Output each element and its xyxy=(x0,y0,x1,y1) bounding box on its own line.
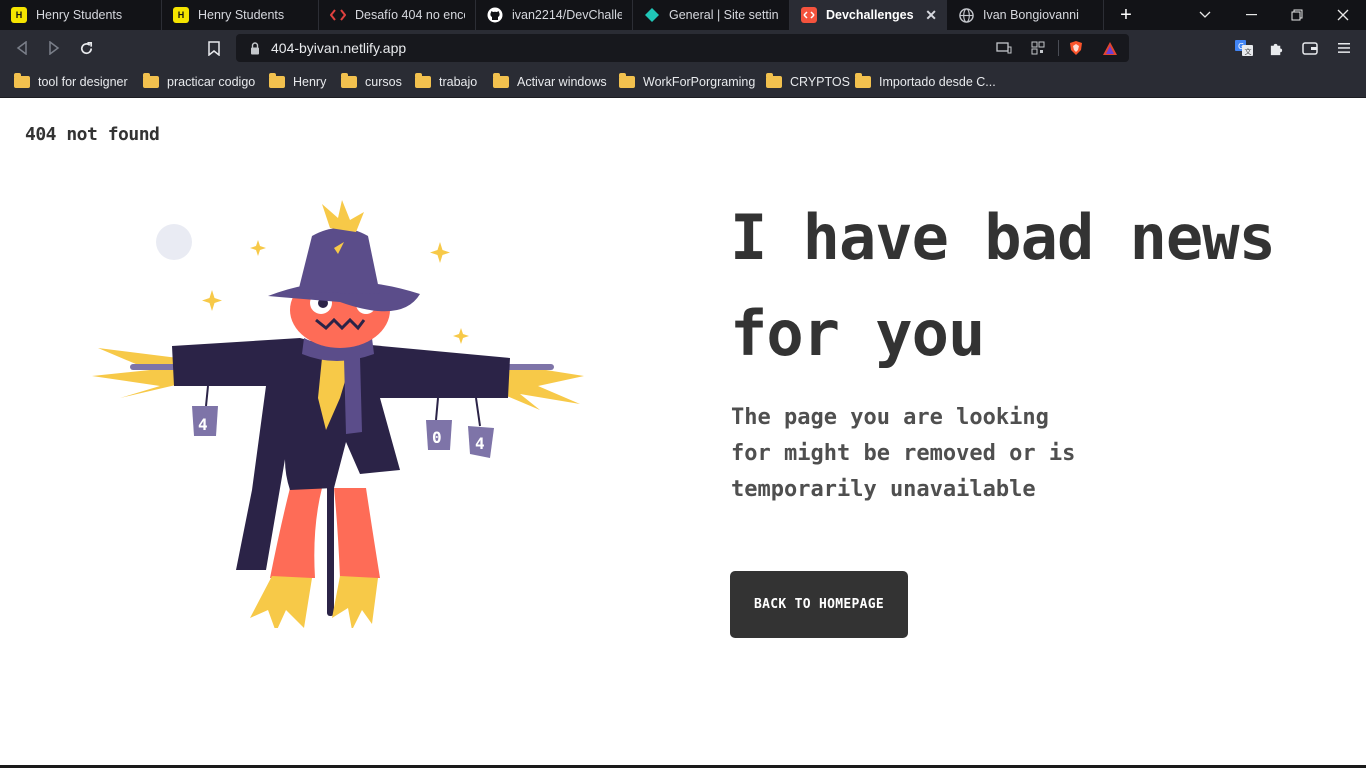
folder-icon xyxy=(415,73,431,88)
sparkle-icon xyxy=(453,328,469,344)
bookmark-folder-workforprograming[interactable]: WorkForPorgraming xyxy=(619,73,755,91)
brave-rewards-icon[interactable] xyxy=(1102,40,1118,56)
page-brand[interactable]: 404 not found xyxy=(25,124,160,145)
bookmark-folder-practicar-codigo[interactable]: practicar codigo xyxy=(143,73,255,91)
back-icon[interactable] xyxy=(10,36,34,60)
right-leg xyxy=(334,488,380,578)
right-foot-straw xyxy=(332,576,378,630)
bookmark-folder-importado[interactable]: Importado desde C... xyxy=(855,73,996,91)
bookmark-folder-henry[interactable]: Henry xyxy=(269,73,326,91)
headline-line: for you xyxy=(730,297,985,370)
folder-icon xyxy=(143,73,159,88)
scarf-tail xyxy=(344,358,362,434)
can-label: 4 xyxy=(198,415,208,434)
right-straw xyxy=(502,364,584,410)
wallet-icon[interactable] xyxy=(1298,36,1322,60)
restore-icon[interactable] xyxy=(1274,0,1320,30)
translate-icon[interactable]: G文 xyxy=(1232,36,1256,60)
reload-icon[interactable] xyxy=(74,36,98,60)
henry-logo-icon: H xyxy=(173,7,189,23)
subtext-line: temporarily unavailable xyxy=(731,477,1036,502)
folder-icon xyxy=(269,73,285,88)
extensions-icon[interactable] xyxy=(1264,36,1288,60)
moon-shape xyxy=(156,224,192,260)
svg-text:文: 文 xyxy=(1245,47,1252,56)
sparkle-icon xyxy=(430,242,450,263)
left-straw xyxy=(92,348,180,398)
bookmark-folder-trabajo[interactable]: trabajo xyxy=(415,73,477,91)
tab-henry-students-2[interactable]: H Henry Students xyxy=(162,0,319,30)
headline-line: I have bad news xyxy=(730,201,1276,274)
address-divider xyxy=(1058,40,1059,56)
subtext-line: The page you are looking xyxy=(731,405,1049,430)
tab-search-icon[interactable] xyxy=(1182,0,1228,30)
folder-icon xyxy=(766,73,782,88)
folder-icon xyxy=(14,73,30,88)
can-label: 4 xyxy=(475,434,485,453)
tab-bar: H Henry Students H Henry Students Desafí… xyxy=(0,0,1366,30)
close-window-icon[interactable] xyxy=(1320,0,1366,30)
bookmark-folder-cryptos[interactable]: CRYPTOS xyxy=(766,73,850,91)
brave-shields-icon[interactable] xyxy=(1068,40,1084,56)
can-label: 0 xyxy=(432,428,442,447)
tab-ivan-bongiovanni[interactable]: Ivan Bongiovanni xyxy=(947,0,1104,30)
tab-netlify-settings[interactable]: General | Site settings xyxy=(633,0,790,30)
forward-icon[interactable] xyxy=(42,36,66,60)
tab-henry-students-1[interactable]: H Henry Students xyxy=(0,0,162,30)
bookmark-folder-activar-windows[interactable]: Activar windows xyxy=(493,73,607,91)
folder-icon xyxy=(619,73,635,88)
folder-icon xyxy=(493,73,509,88)
page-headline: I have bad news for you xyxy=(730,190,1330,382)
lock-icon[interactable] xyxy=(247,40,263,56)
henry-logo-icon: H xyxy=(11,7,27,23)
folder-icon xyxy=(855,73,871,88)
can-string xyxy=(205,385,209,407)
bookmark-folder-tool-for-designer[interactable]: tool for designer xyxy=(14,73,128,91)
tab-github-repo[interactable]: ivan2214/DevChalleng xyxy=(476,0,633,30)
devchallenges-icon xyxy=(801,7,817,23)
cast-icon[interactable] xyxy=(996,40,1012,56)
qr-code-icon[interactable] xyxy=(1030,40,1046,56)
subtext-line: for might be removed or is xyxy=(731,441,1076,466)
browser-toolbar: 404-byivan.netlify.app G文 xyxy=(0,30,1366,66)
left-foot-straw xyxy=(250,576,312,632)
new-tab-button[interactable]: + xyxy=(1104,0,1148,30)
can-string xyxy=(475,397,481,427)
hat-straw xyxy=(322,200,364,232)
sparkle-icon xyxy=(250,240,266,256)
bookmark-folder-cursos[interactable]: cursos xyxy=(341,73,402,91)
scarecrow-illustration: 4 0 4 xyxy=(90,198,600,632)
bookmark-icon[interactable] xyxy=(202,36,226,60)
folder-icon xyxy=(341,73,357,88)
netlify-icon xyxy=(644,7,660,23)
hat-crown xyxy=(298,228,380,294)
sparkle-icon xyxy=(202,290,222,311)
github-icon xyxy=(487,7,503,23)
bookmarks-bar: tool for designer practicar codigo Henry… xyxy=(0,66,1366,98)
address-bar[interactable]: 404-byivan.netlify.app xyxy=(236,34,1129,62)
tab-devchallenges[interactable]: Devchallenges ✕ xyxy=(790,0,947,30)
url-text[interactable]: 404-byivan.netlify.app xyxy=(271,40,406,56)
code-brackets-icon xyxy=(330,7,346,23)
page-subtext: The page you are looking for might be re… xyxy=(731,400,1151,508)
close-tab-icon[interactable]: ✕ xyxy=(925,7,937,24)
left-leg xyxy=(270,488,322,578)
back-to-homepage-button[interactable]: BACK TO HOMEPAGE xyxy=(730,571,908,638)
menu-icon[interactable] xyxy=(1332,36,1356,60)
tab-desafio-404[interactable]: Desafío 404 no encont xyxy=(319,0,476,30)
page-content: 404 not found 4 0 4 I have bad news for … xyxy=(0,98,1366,768)
globe-icon xyxy=(958,7,974,23)
can-string xyxy=(435,397,439,421)
minimize-icon[interactable] xyxy=(1228,0,1274,30)
